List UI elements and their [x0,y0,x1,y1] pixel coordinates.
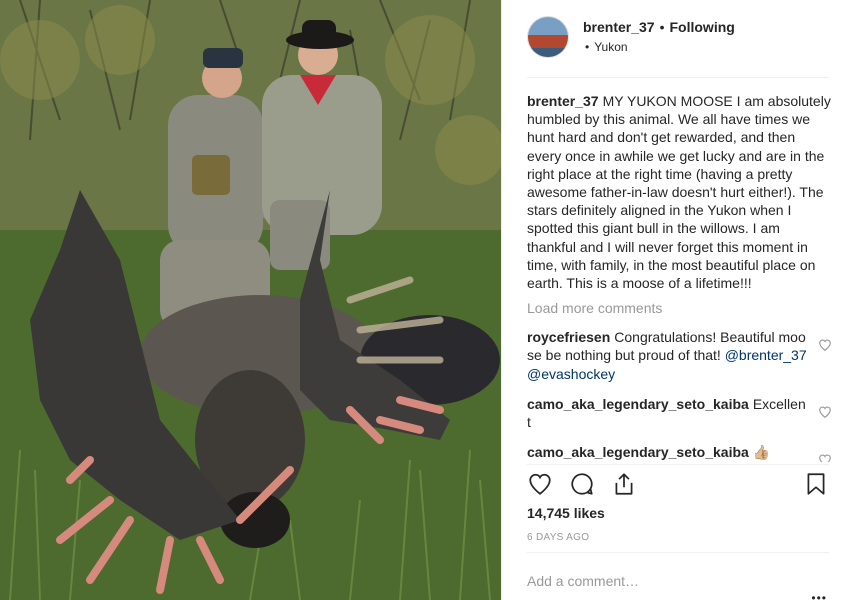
comments-section: brenter_37 MY YUKON MOOSE I am absolutely… [527,92,832,462]
more-options-button[interactable]: ••• [811,591,827,600]
instagram-post: brenter_37•Following Yukon brenter_37MY … [0,0,850,600]
post-side-panel: brenter_37•Following Yukon brenter_37MY … [501,0,850,600]
likes-count[interactable]: 14,745 likes [527,505,605,521]
comment-input[interactable] [527,571,797,591]
heart-icon[interactable] [527,471,553,497]
comment-item: camo_aka_legendary_seto_kaiba Excellent [527,395,832,431]
comment-username[interactable]: roycefriesen [527,329,610,345]
comment-username[interactable]: camo_aka_legendary_seto_kaiba [527,444,749,460]
heart-small-icon[interactable] [818,405,832,419]
header-username[interactable]: brenter_37 [583,19,655,35]
caption-text: I am absolutely humbled by this animal. … [527,93,831,292]
moose-hunt-photo [0,0,501,600]
follow-status-button[interactable]: Following [670,19,735,35]
avatar[interactable] [527,16,569,58]
caption-username[interactable]: brenter_37 [527,93,599,109]
caption-title: MY YUKON MOOSE [602,93,733,109]
load-more-comments-button[interactable]: Load more comments [527,300,832,316]
separator-dot: • [659,19,665,35]
comment-item: camo_aka_legendary_seto_kaiba 👍🏼 [527,443,832,462]
post-actions-bar [527,464,829,504]
comment-bubble-icon[interactable] [569,471,595,497]
comment-item: roycefriesen Congratulations! Beautiful m… [527,328,832,383]
share-upload-icon[interactable] [611,471,637,497]
post-photo[interactable] [0,0,501,600]
post-caption: brenter_37 MY YUKON MOOSE I am absolutely… [527,92,832,292]
comment-username[interactable]: camo_aka_legendary_seto_kaiba [527,396,749,412]
heart-small-icon[interactable] [818,453,832,462]
post-header: brenter_37• Following Yukon [527,14,829,78]
add-comment-bar: ••• [527,552,829,600]
header-user-line: brenter_37 • Following [583,19,735,35]
comment-text: 👍🏼 [752,444,771,461]
bookmark-icon[interactable] [803,471,829,497]
post-timestamp[interactable]: 6 DAYS AGO [527,532,589,543]
location-link[interactable]: Yukon [585,40,627,54]
heart-small-icon[interactable] [818,338,832,352]
